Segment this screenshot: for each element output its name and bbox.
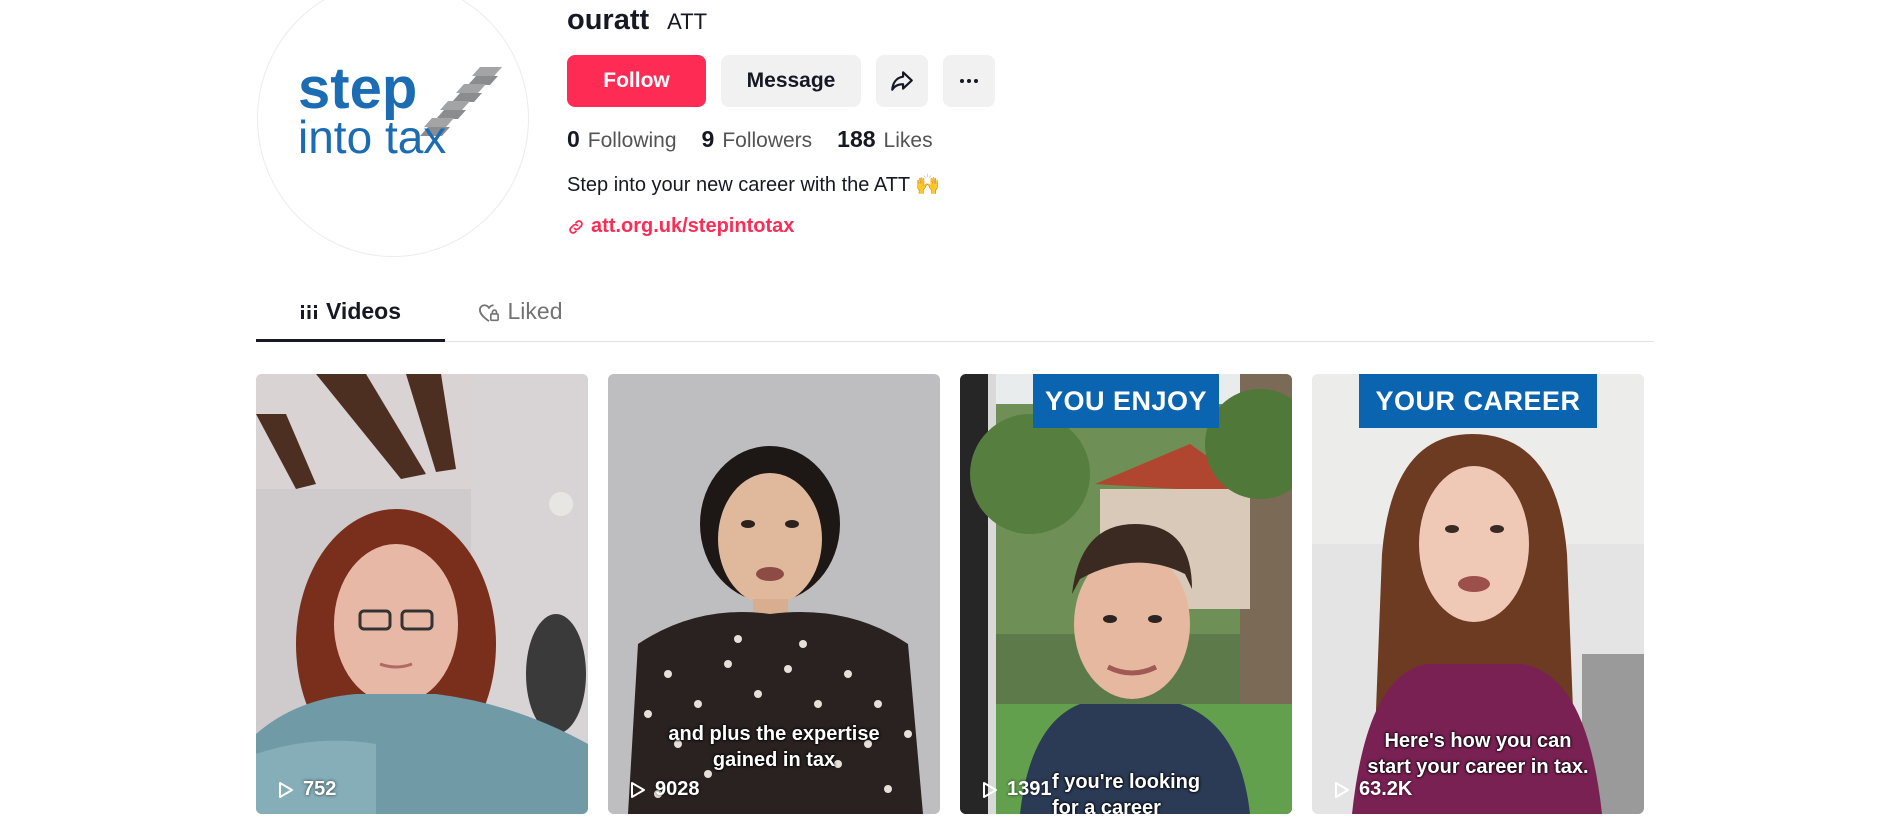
- more-icon: [960, 79, 978, 83]
- video-card[interactable]: YOU ENJOY f you're looking for a career …: [960, 374, 1292, 814]
- video-caption: and plus the expertise gained in tax: [608, 721, 940, 773]
- play-icon: [631, 781, 645, 798]
- profile-avatar[interactable]: step into tax: [257, 0, 529, 257]
- video-card[interactable]: YOUR CAREER Here's how you can start you…: [1312, 374, 1644, 814]
- share-button[interactable]: [876, 55, 928, 107]
- play-icon: [983, 781, 997, 798]
- profile-stats: 0 Following 9 Followers 188 Likes: [567, 126, 958, 153]
- view-count: 752: [278, 778, 336, 801]
- view-count-text: 1391: [1007, 778, 1052, 800]
- stat-followers-label: Followers: [722, 129, 813, 152]
- profile-bio: Step into your new career with the ATT 🙌: [567, 174, 941, 196]
- stat-following[interactable]: 0 Following: [567, 126, 677, 153]
- action-buttons: Follow Message: [567, 55, 995, 107]
- profile-tabs: Videos Liked: [256, 294, 1654, 342]
- message-button[interactable]: Message: [721, 55, 861, 107]
- name-row: ouratt ATT: [567, 4, 707, 37]
- view-count-text: 63.2K: [1359, 778, 1413, 800]
- grid-icon: [301, 305, 317, 319]
- view-count: 1391: [982, 778, 1052, 801]
- svg-text:into tax: into tax: [298, 111, 446, 163]
- video-banner: YOU ENJOY: [1033, 374, 1219, 428]
- share-icon: [891, 71, 913, 91]
- stat-likes-count: 188: [837, 126, 876, 152]
- view-count: 9028: [630, 778, 700, 801]
- stat-followers-count: 9: [701, 126, 715, 152]
- stat-following-label: Following: [587, 129, 677, 152]
- stat-following-count: 0: [567, 126, 580, 152]
- link-icon: [569, 219, 583, 234]
- stat-likes: 188 Likes: [837, 126, 932, 153]
- tab-videos-label: Videos: [326, 298, 401, 324]
- video-banner: YOUR CAREER: [1359, 374, 1597, 428]
- video-caption-text: f you're looking for a career: [1052, 771, 1201, 814]
- step-into-tax-logo: step into tax: [298, 56, 502, 163]
- profile-link[interactable]: att.org.uk/stepintotax: [567, 215, 794, 238]
- view-count-text: 752: [303, 778, 337, 800]
- video-card[interactable]: and plus the expertise gained in tax 902…: [608, 374, 940, 814]
- tab-liked[interactable]: Liked: [445, 294, 595, 342]
- username: ouratt: [567, 4, 650, 36]
- more-button[interactable]: [943, 55, 995, 107]
- follow-button[interactable]: Follow: [567, 55, 706, 107]
- view-count-text: 9028: [655, 778, 700, 800]
- play-icon: [1335, 781, 1349, 798]
- video-caption-text: and plus the expertise gained in tax: [668, 723, 880, 771]
- video-card[interactable]: 752: [256, 374, 588, 814]
- play-icon: [279, 781, 293, 798]
- video-thumbnail: [256, 374, 588, 814]
- video-thumbnail: [960, 374, 1292, 814]
- stat-followers[interactable]: 9 Followers: [702, 126, 813, 153]
- stat-likes-label: Likes: [883, 129, 933, 152]
- video-banner-text: YOUR CAREER: [1375, 385, 1581, 416]
- tab-liked-label: Liked: [507, 298, 563, 324]
- heart-lock-icon: [478, 304, 499, 322]
- view-count: 63.2K: [1334, 778, 1412, 801]
- video-caption: Here's how you can start your career in …: [1312, 728, 1644, 780]
- profile-link-text: att.org.uk/stepintotax: [591, 215, 795, 237]
- tab-videos[interactable]: Videos: [256, 294, 445, 342]
- video-banner-text: YOU ENJOY: [1044, 385, 1208, 416]
- nickname: ATT: [667, 9, 708, 34]
- video-caption-text: Here's how you can start your career in …: [1367, 730, 1589, 778]
